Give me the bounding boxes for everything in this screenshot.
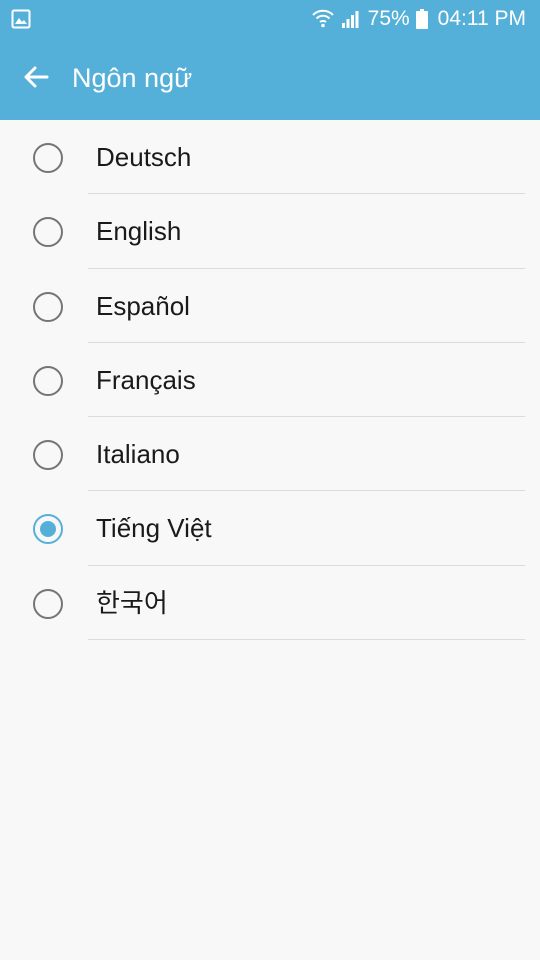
language-option-deutsch[interactable]: Deutsch [0, 120, 540, 195]
radio-button[interactable] [33, 440, 63, 471]
language-option-italiano[interactable]: Italiano [0, 417, 540, 492]
signal-icon [340, 9, 360, 29]
language-label: Français [96, 364, 196, 395]
arrow-left-icon [24, 66, 49, 88]
language-option-espanol[interactable]: Español [0, 269, 540, 343]
language-label: Tiếng Việt [96, 513, 212, 544]
language-option-francais[interactable]: Français [0, 343, 540, 418]
radio-button[interactable] [33, 291, 63, 322]
battery-icon [415, 9, 428, 29]
language-option-english[interactable]: English [0, 194, 540, 269]
radio-button[interactable] [33, 588, 63, 619]
language-label: 한국어 [96, 587, 168, 618]
page-title: Ngôn ngữ [72, 63, 193, 93]
wifi-icon [311, 9, 334, 29]
language-label: Italiano [96, 439, 180, 470]
battery-percent: 75% [367, 7, 410, 30]
app-bar: Ngôn ngữ [0, 38, 540, 120]
image-notification-icon [11, 9, 31, 34]
language-label: Español [96, 290, 190, 321]
language-list: Deutsch English Español Français Italian… [0, 120, 540, 641]
radio-button[interactable] [33, 365, 63, 396]
radio-button[interactable] [33, 217, 63, 248]
language-label: Deutsch [96, 142, 192, 172]
status-indicators: 75% 04:11 PM [311, 0, 526, 38]
divider [88, 639, 525, 641]
language-option-korean[interactable]: 한국어 [0, 566, 540, 641]
clock: 04:11 PM [437, 7, 526, 30]
radio-button[interactable] [33, 514, 63, 545]
radio-button[interactable] [33, 143, 63, 173]
language-option-tieng-viet[interactable]: Tiếng Việt [0, 491, 540, 566]
back-button[interactable] [14, 55, 58, 99]
language-label: English [96, 216, 182, 247]
status-bar: 75% 04:11 PM [0, 0, 540, 38]
